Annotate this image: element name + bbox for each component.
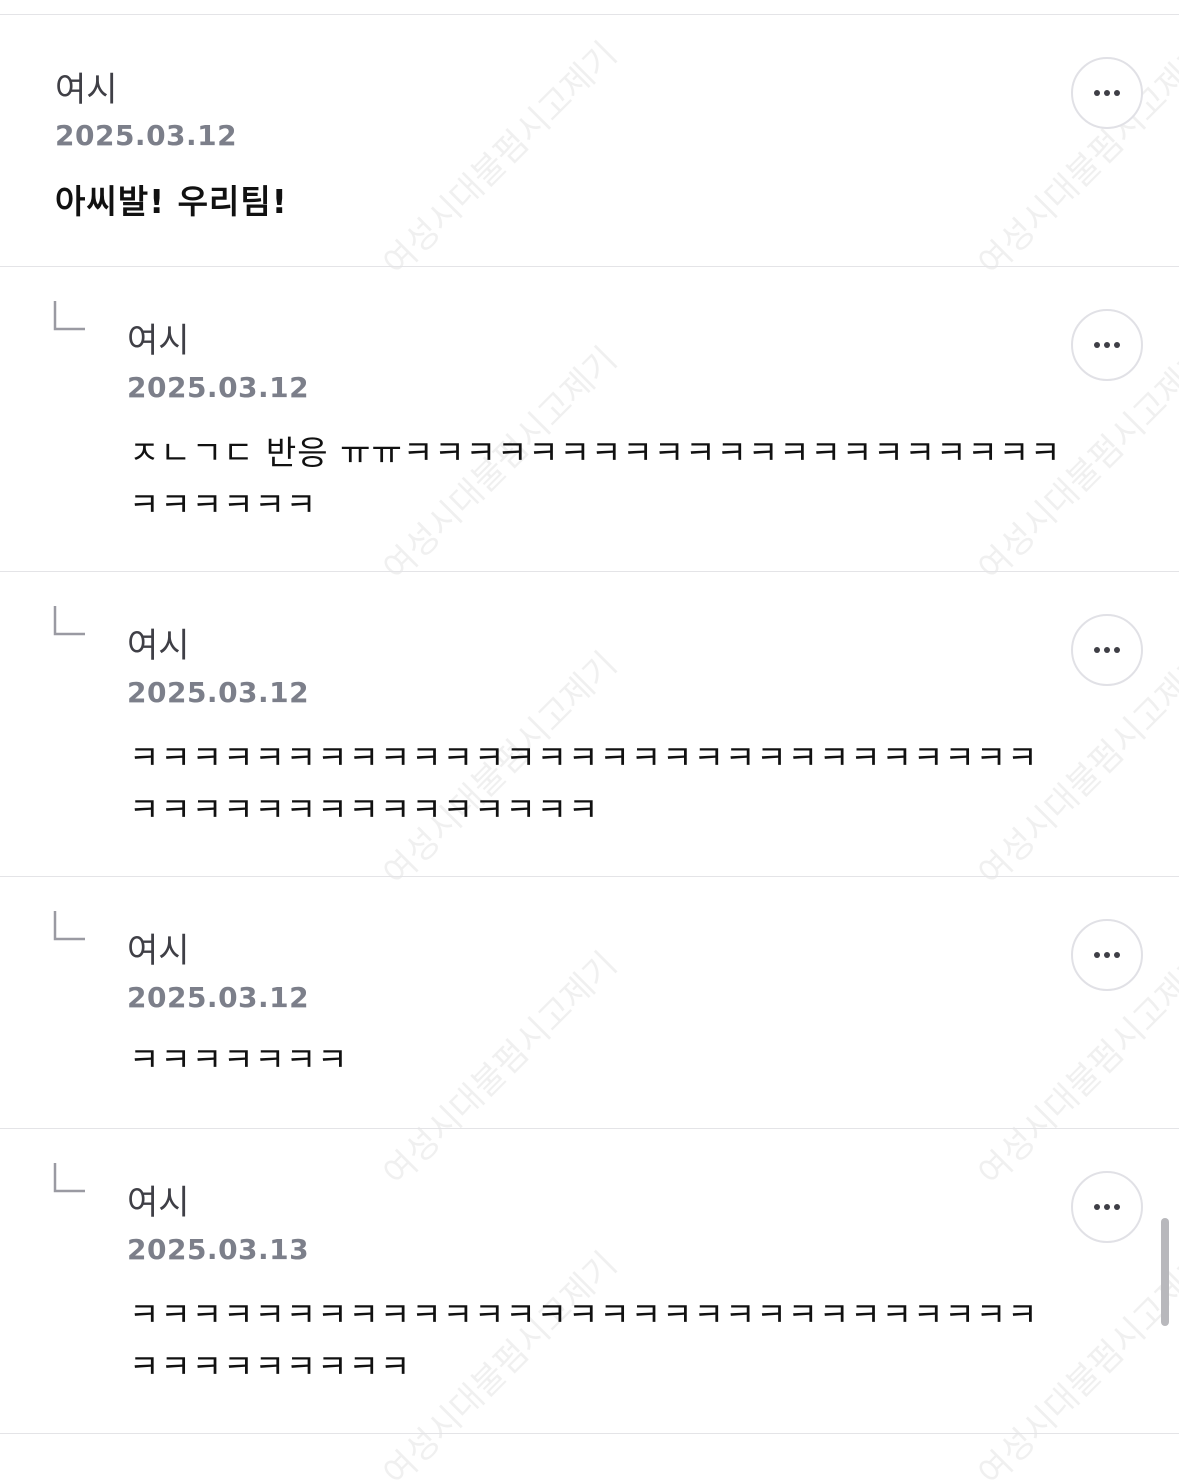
comment-list: 여성시대불펌시고제기 여성시대불펌시고제기 여성시대불펌시고제기 여성시대불펌시…: [0, 0, 1179, 1482]
comment-date: 2025.03.12: [127, 371, 310, 404]
comment-author[interactable]: 여시: [127, 321, 190, 361]
more-options-button[interactable]: [1071, 919, 1143, 991]
divider: [0, 1433, 1179, 1434]
more-horizontal-icon: [1094, 647, 1100, 653]
comment-text: ㅋㅋㅋㅋㅋㅋㅋㅋㅋㅋㅋㅋㅋㅋㅋㅋㅋㅋㅋㅋㅋㅋㅋㅋㅋㅋㅋㅋㅋ ㅋㅋㅋㅋㅋㅋㅋㅋㅋ: [129, 1295, 1039, 1386]
comment-author[interactable]: 여시: [55, 70, 118, 110]
comment-text: ㅋㅋㅋㅋㅋㅋㅋ: [129, 1040, 349, 1079]
reply-arrow-icon: [53, 606, 85, 636]
comment-author[interactable]: 여시: [127, 626, 190, 666]
comment-author[interactable]: 여시: [127, 1183, 190, 1223]
reply-arrow-icon: [53, 911, 85, 941]
reply-item: 여시 2025.03.13 ㅋㅋㅋㅋㅋㅋㅋㅋㅋㅋㅋㅋㅋㅋㅋㅋㅋㅋㅋㅋㅋㅋㅋㅋㅋㅋ…: [0, 1129, 1179, 1433]
comment-date: 2025.03.12: [127, 981, 310, 1014]
more-options-button[interactable]: [1071, 1171, 1143, 1243]
more-horizontal-icon: [1094, 90, 1100, 96]
comment-item: 여시 2025.03.12 아씨발! 우리팀!: [0, 0, 1179, 266]
more-options-button[interactable]: [1071, 614, 1143, 686]
comment-text: ㅋㅋㅋㅋㅋㅋㅋㅋㅋㅋㅋㅋㅋㅋㅋㅋㅋㅋㅋㅋㅋㅋㅋㅋㅋㅋㅋㅋㅋ ㅋㅋㅋㅋㅋㅋㅋㅋㅋㅋ…: [129, 738, 1039, 829]
reply-arrow-icon: [53, 1163, 85, 1193]
more-horizontal-icon: [1094, 342, 1100, 348]
reply-item: 여시 2025.03.12 ㅋㅋㅋㅋㅋㅋㅋ: [0, 877, 1179, 1128]
comment-text: 아씨발! 우리팀!: [55, 182, 288, 221]
more-horizontal-icon: [1094, 952, 1100, 958]
comment-text: ㅈㄴㄱㄷ 반응 ㅠㅠㅋㅋㅋㅋㅋㅋㅋㅋㅋㅋㅋㅋㅋㅋㅋㅋㅋㅋㅋㅋㅋ ㅋㅋㅋㅋㅋㅋ: [129, 433, 1062, 524]
scrollbar[interactable]: [1161, 1218, 1169, 1326]
comment-date: 2025.03.13: [127, 1233, 310, 1266]
more-horizontal-icon: [1094, 1204, 1100, 1210]
more-options-button[interactable]: [1071, 309, 1143, 381]
reply-item: 여시 2025.03.12 ㅋㅋㅋㅋㅋㅋㅋㅋㅋㅋㅋㅋㅋㅋㅋㅋㅋㅋㅋㅋㅋㅋㅋㅋㅋㅋ…: [0, 572, 1179, 876]
more-options-button[interactable]: [1071, 57, 1143, 129]
comment-author[interactable]: 여시: [127, 931, 190, 971]
comment-date: 2025.03.12: [55, 119, 238, 152]
comment-date: 2025.03.12: [127, 676, 310, 709]
reply-arrow-icon: [53, 301, 85, 331]
reply-item: 여시 2025.03.12 ㅈㄴㄱㄷ 반응 ㅠㅠㅋㅋㅋㅋㅋㅋㅋㅋㅋㅋㅋㅋㅋㅋㅋㅋ…: [0, 267, 1179, 571]
